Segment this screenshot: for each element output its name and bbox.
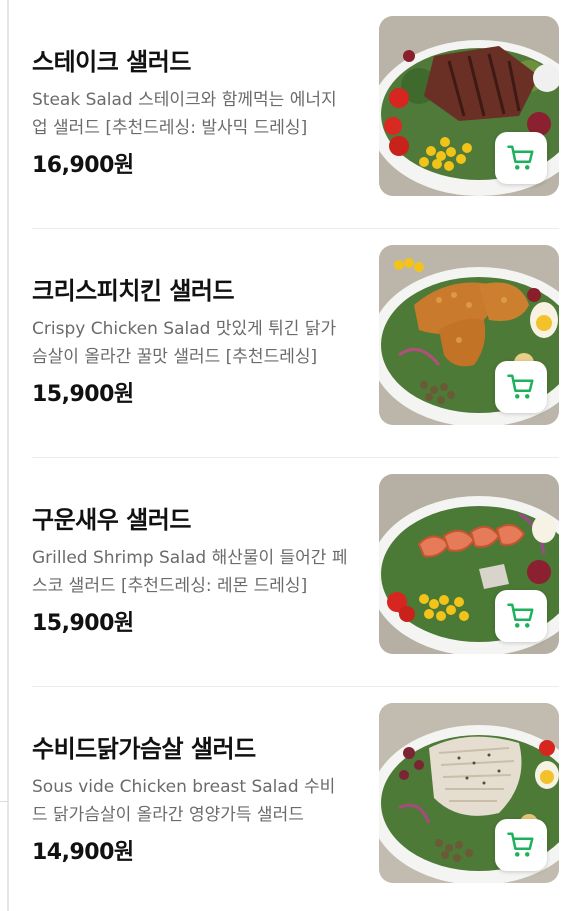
- menu-item-price: 15,900원: [32, 611, 134, 636]
- menu-item-price: 14,900원: [32, 840, 134, 865]
- menu-item[interactable]: 크리스피치킨 샐러드 Crispy Chicken Salad 맛있게 튀긴 닭…: [32, 229, 559, 458]
- menu-item-title: 구운새우 샐러드: [32, 506, 191, 534]
- menu-item-description: Grilled Shrimp Salad 해산물이 들어간 페스코 샐러드 [추…: [32, 548, 348, 596]
- add-to-cart-button[interactable]: [495, 819, 547, 871]
- add-to-cart-button[interactable]: [495, 361, 547, 413]
- crispy-chicken-salad-photo[interactable]: [379, 245, 559, 425]
- grilled-shrimp-salad-photo[interactable]: [379, 474, 559, 654]
- menu-list: 스테이크 샐러드 Steak Salad 스테이크와 함께먹는 에너지업 샐러드…: [32, 0, 559, 911]
- menu-item-price: 15,900원: [32, 382, 134, 407]
- menu-item[interactable]: 구운새우 샐러드 Grilled Shrimp Salad 해산물이 들어간 페…: [32, 458, 559, 687]
- menu-item-description: Steak Salad 스테이크와 함께먹는 에너지업 샐러드 [추천드레싱: …: [32, 90, 337, 138]
- add-to-cart-button[interactable]: [495, 590, 547, 642]
- menu-item[interactable]: 스테이크 샐러드 Steak Salad 스테이크와 함께먹는 에너지업 샐러드…: [32, 0, 559, 229]
- add-to-cart-button[interactable]: [495, 132, 547, 184]
- sous-vide-chicken-salad-photo[interactable]: [379, 703, 559, 883]
- menu-item-title: 크리스피치킨 샐러드: [32, 277, 235, 305]
- cart-icon: [507, 603, 534, 628]
- cart-icon: [507, 374, 534, 399]
- menu-item[interactable]: 수비드닭가슴살 샐러드 Sous vide Chicken breast Sal…: [32, 687, 559, 911]
- menu-item-price: 16,900원: [32, 153, 134, 178]
- left-border-tick: [0, 801, 8, 802]
- steak-salad-photo[interactable]: [379, 16, 559, 196]
- cart-icon: [507, 145, 534, 170]
- cart-icon: [507, 832, 534, 857]
- left-border: [7, 0, 9, 911]
- menu-item-title: 스테이크 샐러드: [32, 48, 191, 76]
- menu-page: 스테이크 샐러드 Steak Salad 스테이크와 함께먹는 에너지업 샐러드…: [0, 0, 572, 911]
- menu-item-title: 수비드닭가슴살 샐러드: [32, 735, 256, 763]
- menu-item-description: Sous vide Chicken breast Salad 수비드 닭가슴살이…: [32, 777, 336, 825]
- menu-item-description: Crispy Chicken Salad 맛있게 튀긴 닭가슴살이 올라간 꿀맛…: [32, 319, 337, 367]
